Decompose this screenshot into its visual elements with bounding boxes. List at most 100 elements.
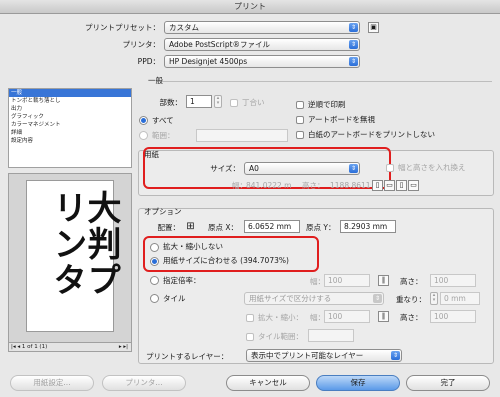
tile-range-checkbox[interactable] bbox=[246, 333, 254, 341]
printer-label: プリンタ： bbox=[122, 40, 161, 49]
copies-stepper[interactable]: ▴ ▾ bbox=[214, 95, 222, 108]
overlap-stepper[interactable]: ▴ ▾ bbox=[430, 292, 438, 305]
layers-value: 表示中でプリント可能なレイヤー bbox=[251, 351, 364, 360]
preset-label: プリントプリセット： bbox=[85, 23, 160, 32]
fit-to-page-label: 用紙サイズに合わせる (394.7073%) bbox=[163, 256, 289, 265]
category-item-summary[interactable]: 設定内容 bbox=[9, 137, 131, 145]
page-indicator: 1 of 1 (1) bbox=[21, 344, 48, 350]
tile-scale-label: 拡大・縮小： bbox=[258, 313, 303, 322]
no-scale-radio[interactable] bbox=[150, 243, 159, 252]
placement-label: 配置： bbox=[157, 223, 181, 232]
save-preset-icon[interactable]: ▣ bbox=[368, 22, 379, 33]
paper-width-value: 841.0222 m bbox=[246, 181, 292, 190]
portrait-icon[interactable]: ▯ bbox=[372, 180, 383, 191]
category-item-graphics[interactable]: グラフィック bbox=[9, 113, 131, 121]
category-item-output[interactable]: 出力 bbox=[9, 105, 131, 113]
transverse-label: 幅と高さを入れ換え bbox=[398, 163, 466, 172]
custom-height-input[interactable]: 100 bbox=[430, 274, 476, 287]
tile-range-label: タイル範囲： bbox=[258, 332, 303, 341]
custom-width-input[interactable]: 100 bbox=[324, 274, 370, 287]
overlap-label: 重なり： bbox=[396, 295, 426, 304]
paper-size-popup[interactable]: A0 ⇕ bbox=[244, 162, 360, 175]
chevron-updown-icon: ⇕ bbox=[349, 57, 358, 66]
tile-popup-value: 用紙サイズで区分けする bbox=[249, 294, 332, 303]
custom-width-label: 幅： bbox=[310, 277, 325, 286]
category-list[interactable]: 一般 トンボと裁ち落とし 出力 グラフィック カラーマネジメント 詳細 設定内容 bbox=[8, 88, 132, 168]
chevron-updown-icon: ⇕ bbox=[373, 294, 382, 303]
collate-checkbox[interactable] bbox=[230, 99, 238, 107]
ppd-value: HP Designjet 4500ps bbox=[169, 57, 248, 66]
range-radio[interactable] bbox=[139, 131, 148, 140]
tile-scale-checkbox[interactable] bbox=[246, 314, 254, 322]
landscape-icon[interactable]: ▭ bbox=[384, 180, 395, 191]
category-item-color[interactable]: カラーマネジメント bbox=[9, 121, 131, 129]
overlap-input[interactable]: 0 mm bbox=[440, 292, 480, 305]
origin-x-input[interactable]: 6.0652 mm bbox=[244, 220, 300, 233]
tile-label: タイル bbox=[163, 294, 186, 303]
ppd-popup[interactable]: HP Designjet 4500ps ⇕ bbox=[164, 55, 360, 68]
first-page-icon[interactable]: |◂ bbox=[9, 344, 16, 350]
general-divider bbox=[162, 81, 492, 82]
window-title: プリント bbox=[0, 0, 500, 14]
category-item-general[interactable]: 一般 bbox=[9, 89, 131, 97]
all-pages-radio[interactable] bbox=[139, 116, 148, 125]
custom-scale-radio[interactable] bbox=[150, 276, 159, 285]
tile-height-label: 高さ： bbox=[400, 313, 423, 322]
origin-y-label: 原点 Y： bbox=[306, 223, 336, 232]
printer-button[interactable]: プリンタ... bbox=[102, 375, 186, 391]
category-item-advanced[interactable]: 詳細 bbox=[9, 129, 131, 137]
printer-value: Adobe PostScript®ファイル bbox=[169, 40, 271, 49]
skip-blank-checkbox[interactable] bbox=[296, 131, 304, 139]
preview-nav: |◂ ◂ 1 of 1 (1) ▸ ▸| bbox=[8, 342, 132, 352]
chevron-updown-icon: ⇕ bbox=[349, 40, 358, 49]
all-pages-label: すべて bbox=[152, 116, 174, 125]
paper-width-label: 幅： bbox=[232, 181, 247, 190]
preset-value: カスタム bbox=[169, 23, 199, 32]
layers-popup[interactable]: 表示中でプリント可能なレイヤー ⇕ bbox=[246, 349, 402, 362]
page-setup-button[interactable]: 用紙設定... bbox=[10, 375, 94, 391]
reverse-order-label: 逆順で印刷 bbox=[308, 100, 346, 109]
ignore-artboard-label: アートボードを無視 bbox=[308, 115, 376, 124]
fit-to-page-radio[interactable] bbox=[150, 257, 159, 266]
save-button[interactable]: 保存 bbox=[316, 375, 400, 391]
reverse-order-checkbox[interactable] bbox=[296, 101, 304, 109]
custom-height-label: 高さ： bbox=[400, 277, 423, 286]
paper-height-value: 1188.8611 bbox=[330, 181, 371, 190]
category-item-marks[interactable]: トンボと裁ち落とし bbox=[9, 97, 131, 105]
collate-label: 丁合い bbox=[242, 98, 265, 107]
tile-radio[interactable] bbox=[150, 294, 159, 303]
placement-grid-icon[interactable]: ⊞ bbox=[184, 220, 197, 233]
printer-popup[interactable]: Adobe PostScript®ファイル ⇕ bbox=[164, 38, 360, 51]
origin-x-label: 原点 X： bbox=[208, 223, 239, 232]
done-button[interactable]: 完了 bbox=[406, 375, 490, 391]
prev-page-icon[interactable]: ◂ bbox=[17, 344, 20, 350]
range-label: 範囲： bbox=[152, 131, 175, 140]
copies-input[interactable]: 1 bbox=[186, 95, 212, 108]
options-section-title: オプション bbox=[144, 207, 182, 216]
copies-label: 部数： bbox=[159, 98, 183, 107]
landscape-flip-icon[interactable]: ▭ bbox=[408, 180, 419, 191]
tile-link-icon[interactable]: ∥ bbox=[378, 311, 389, 322]
portrait-flip-icon[interactable]: ▯ bbox=[396, 180, 407, 191]
chevron-updown-icon: ⇕ bbox=[391, 351, 400, 360]
ignore-artboard-checkbox[interactable] bbox=[296, 116, 304, 124]
preset-popup[interactable]: カスタム ⇕ bbox=[164, 21, 360, 34]
no-scale-label: 拡大・縮小しない bbox=[163, 242, 223, 251]
layers-label: プリントするレイヤー： bbox=[146, 352, 229, 361]
preview-content: 大判プリンタ bbox=[47, 190, 121, 298]
range-input[interactable] bbox=[196, 129, 288, 142]
tile-popup[interactable]: 用紙サイズで区分けする ⇕ bbox=[244, 292, 384, 305]
ppd-label: PPD： bbox=[137, 57, 160, 66]
tile-width-input[interactable]: 100 bbox=[324, 310, 370, 323]
paper-height-label: 高さ： bbox=[302, 181, 325, 190]
origin-y-input[interactable]: 8.2903 mm bbox=[340, 220, 396, 233]
tile-height-input[interactable]: 100 bbox=[430, 310, 476, 323]
cancel-button[interactable]: キャンセル bbox=[226, 375, 310, 391]
tile-range-input[interactable] bbox=[308, 329, 354, 342]
general-section-title: 一般 bbox=[148, 76, 163, 85]
paper-size-label: サイズ： bbox=[210, 164, 240, 173]
link-proportions-icon[interactable]: ∥ bbox=[378, 275, 389, 286]
last-page-icon[interactable]: ▸ ▸| bbox=[119, 343, 128, 351]
chevron-updown-icon: ⇕ bbox=[349, 23, 358, 32]
transverse-checkbox[interactable] bbox=[386, 164, 394, 172]
